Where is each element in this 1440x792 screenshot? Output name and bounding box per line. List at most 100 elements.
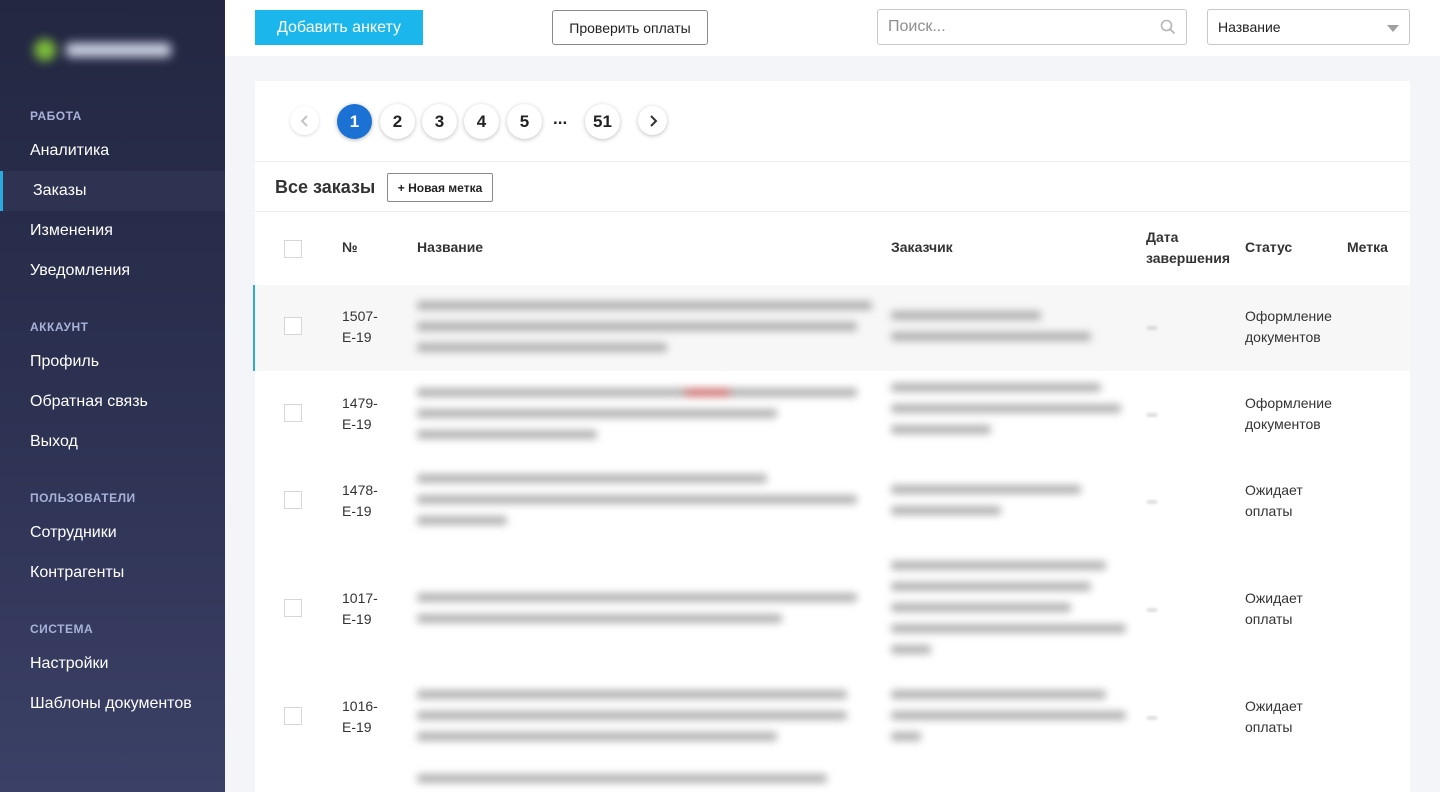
order-status-line1: Ожидает (1245, 590, 1303, 606)
customer-redacted (891, 690, 1131, 753)
orders-title-bar: Все заказы + Новая метка (255, 162, 1410, 212)
column-status[interactable]: Статус (1245, 237, 1292, 258)
new-tag-button[interactable]: + Новая метка (387, 173, 493, 202)
page-button-last[interactable]: 51 (585, 104, 620, 139)
check-payments-button[interactable]: Проверить оплаты (552, 10, 708, 45)
sidebar-item-employees[interactable]: Сотрудники (0, 513, 225, 553)
order-name-redacted (417, 774, 877, 792)
order-number[interactable]: 1479- E-19 (342, 393, 378, 435)
order-number[interactable]: 1478- E-19 (342, 480, 378, 522)
logo[interactable] (34, 32, 184, 68)
order-status-line1: Ожидает (1245, 698, 1303, 714)
order-status-line1: Оформление (1245, 395, 1332, 411)
customer-redacted (891, 485, 1131, 527)
pagination: 1 2 3 4 5 ... 51 (255, 81, 1410, 162)
order-status: Ожидает оплаты (1245, 480, 1303, 522)
page-button-5[interactable]: 5 (507, 104, 542, 139)
order-status: Ожидает оплаты (1245, 588, 1303, 630)
sidebar-item-doc-templates[interactable]: Шаблоны документов (0, 684, 225, 724)
sidebar-item-counterparties[interactable]: Контрагенты (0, 553, 225, 593)
next-page-button[interactable] (638, 106, 667, 135)
table-row[interactable]: 1507- E-19 Оформление документов (253, 285, 1410, 371)
column-number[interactable]: № (342, 237, 358, 258)
date-redacted (1147, 501, 1157, 503)
order-status-line1: Оформление (1245, 308, 1332, 324)
order-status: Оформление документов (1245, 393, 1332, 435)
search-icon[interactable] (1160, 19, 1176, 35)
order-status-line2: оплаты (1245, 503, 1293, 519)
sidebar-item-changes[interactable]: Изменения (0, 211, 225, 251)
sidebar-item-feedback[interactable]: Обратная связь (0, 382, 225, 422)
order-number[interactable]: 1507- E-19 (342, 306, 378, 348)
table-row[interactable]: 1479- E-19 Оформление документов (255, 371, 1410, 458)
table-row[interactable] (255, 762, 1410, 792)
order-number[interactable]: 1017- E-19 (342, 588, 378, 630)
order-name-redacted (417, 301, 877, 364)
order-number-part1: 1016- (342, 698, 378, 714)
order-number-part2: E-19 (342, 611, 372, 627)
select-all-checkbox[interactable] (284, 240, 302, 258)
order-status-line2: оплаты (1245, 611, 1293, 627)
order-status-line2: документов (1245, 329, 1321, 345)
order-number-part1: 1017- (342, 590, 378, 606)
order-status-line1: Ожидает (1245, 482, 1303, 498)
logo-text (66, 43, 171, 57)
table-row[interactable]: 1016- E-19 Ожидает оплаты (255, 674, 1410, 762)
sidebar-section-account: АККАУНТ (30, 320, 89, 334)
order-status-line2: оплаты (1245, 719, 1293, 735)
sidebar-item-logout[interactable]: Выход (0, 422, 225, 462)
sidebar-section-users: ПОЛЬЗОВАТЕЛИ (30, 491, 136, 505)
chevron-left-icon (300, 114, 308, 127)
sidebar: РАБОТА Аналитика Заказы Изменения Уведом… (0, 0, 225, 792)
column-name[interactable]: Название (417, 237, 483, 258)
table-row[interactable]: 1478- E-19 Ожидает оплаты (255, 458, 1410, 545)
order-number-part2: E-19 (342, 719, 372, 735)
column-customer[interactable]: Заказчик (891, 237, 953, 258)
chevron-down-icon (1387, 25, 1399, 32)
order-number[interactable]: 1016- E-19 (342, 696, 378, 738)
top-toolbar: Добавить анкету Проверить оплаты Названи… (225, 0, 1440, 56)
page-button-4[interactable]: 4 (464, 104, 499, 139)
order-status-line2: документов (1245, 416, 1321, 432)
table-header: № Название Заказчик Дата завершения Стат… (255, 212, 1410, 285)
sidebar-item-orders[interactable]: Заказы (0, 171, 225, 211)
column-completion-date[interactable]: Дата завершения (1146, 227, 1230, 269)
date-redacted (1147, 327, 1157, 329)
order-number-part1: 1479- (342, 395, 378, 411)
sidebar-item-settings[interactable]: Настройки (0, 644, 225, 684)
row-checkbox[interactable] (284, 491, 302, 509)
add-form-button[interactable]: Добавить анкету (255, 10, 423, 45)
sort-select[interactable]: Название (1207, 9, 1410, 45)
column-date-line2: завершения (1146, 250, 1231, 266)
column-tag[interactable]: Метка (1347, 237, 1388, 258)
order-name-redacted (417, 388, 877, 451)
page-button-2[interactable]: 2 (380, 104, 415, 139)
sidebar-item-notifications[interactable]: Уведомления (0, 251, 225, 291)
order-number-part2: E-19 (342, 329, 372, 345)
order-name-redacted (417, 593, 877, 635)
customer-redacted (891, 561, 1131, 666)
date-redacted (1147, 717, 1157, 719)
date-redacted (1147, 414, 1157, 416)
search-box (877, 9, 1187, 45)
order-status: Ожидает оплаты (1245, 696, 1303, 738)
page-button-3[interactable]: 3 (422, 104, 457, 139)
orders-card: 1 2 3 4 5 ... 51 Все заказы + Новая метк… (253, 81, 1410, 792)
prev-page-button[interactable] (290, 106, 319, 135)
page-ellipsis: ... (553, 109, 568, 128)
sidebar-item-analytics[interactable]: Аналитика (0, 131, 225, 171)
row-checkbox[interactable] (284, 707, 302, 725)
sidebar-item-profile[interactable]: Профиль (0, 342, 225, 382)
search-input[interactable] (878, 10, 1148, 44)
order-number-part2: E-19 (342, 416, 372, 432)
chevron-right-icon (649, 114, 657, 127)
order-status: Оформление документов (1245, 306, 1332, 348)
logo-mark-icon (34, 39, 56, 61)
row-checkbox[interactable] (284, 599, 302, 617)
page-button-1[interactable]: 1 (337, 104, 372, 139)
order-number-part2: E-19 (342, 503, 372, 519)
order-name-redacted (417, 474, 877, 537)
row-checkbox[interactable] (284, 317, 302, 335)
row-checkbox[interactable] (284, 404, 302, 422)
table-row[interactable]: 1017- E-19 Ожидает оплаты (255, 545, 1410, 674)
